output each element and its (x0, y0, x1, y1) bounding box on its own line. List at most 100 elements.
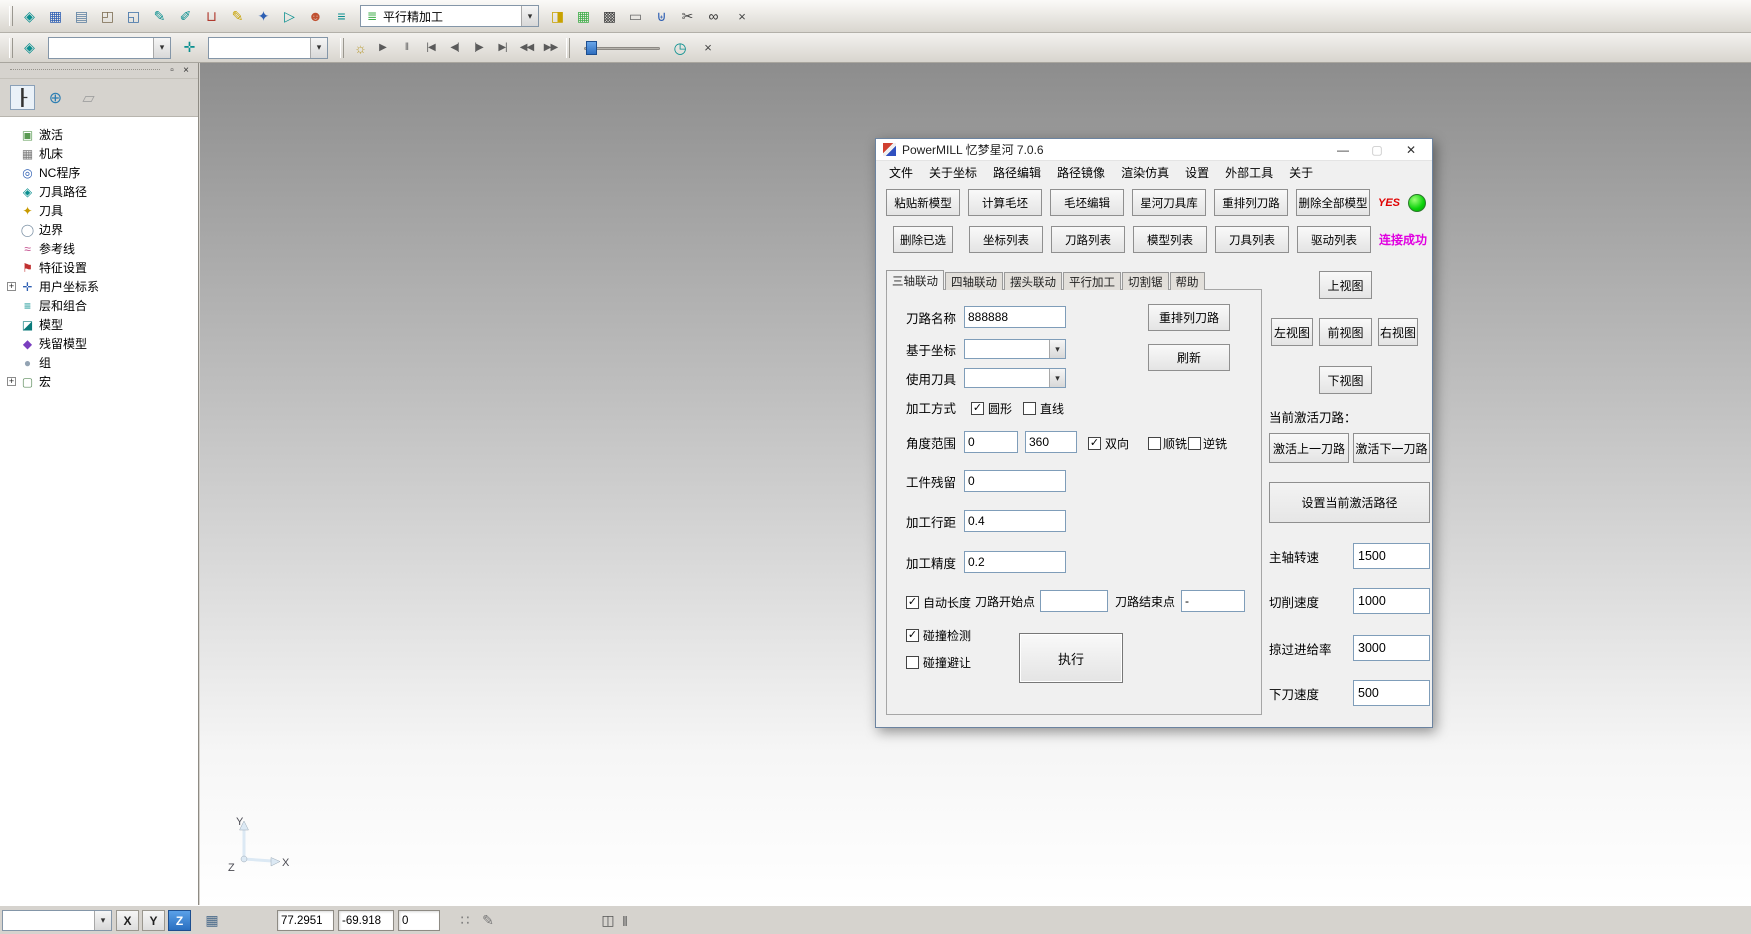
probe-cursor-icon[interactable]: ✎ (478, 910, 498, 931)
angle-to-input[interactable] (1025, 431, 1077, 453)
tab-help[interactable]: 帮助 (1170, 272, 1205, 290)
left-view-button[interactable]: 左视图 (1271, 318, 1313, 346)
tolerance-input[interactable] (964, 551, 1066, 573)
toolpath-edit-icon[interactable]: ✐ (174, 5, 197, 28)
leads-links-icon[interactable]: ✎ (226, 5, 249, 28)
top-view-button[interactable]: 上视图 (1319, 271, 1372, 299)
close-button[interactable]: ✕ (1397, 143, 1425, 157)
front-view-button[interactable]: 前视图 (1319, 318, 1372, 346)
minimize-button[interactable]: — (1329, 143, 1357, 157)
simulation-speed-slider[interactable] (584, 39, 660, 57)
powermill-levels-icon[interactable]: ◈ (18, 5, 41, 28)
statusbar-dropdown[interactable]: ▾ (2, 910, 112, 931)
tree-item[interactable]: ▣ 激活 (7, 125, 196, 144)
tree-expander[interactable] (7, 301, 16, 310)
toolbar-grip[interactable] (9, 38, 13, 58)
tree-item[interactable]: ✦ 刀具 (7, 201, 196, 220)
tab-cutting-saw[interactable]: 切割锯 (1122, 272, 1169, 290)
action-button[interactable]: 刀路列表 (1051, 226, 1125, 253)
panel-grip[interactable] (10, 69, 160, 73)
panel-close-icon[interactable]: × (179, 64, 193, 77)
simulation-toolpath-dropdown[interactable]: ▾ (48, 37, 171, 59)
toolpath-name-input[interactable] (964, 306, 1066, 328)
auto-length-checkbox[interactable]: 自动长度 (906, 594, 971, 611)
fast-forward-button[interactable]: ▶▶ (540, 37, 561, 58)
toolbar-grip[interactable] (9, 6, 13, 26)
menu-item[interactable]: 外部工具 (1217, 164, 1281, 181)
slider-handle[interactable] (586, 41, 597, 55)
tree-expander[interactable] (7, 244, 16, 253)
tree-item[interactable]: + ▢ 宏 (7, 372, 196, 391)
shaded-view-icon[interactable]: ▱ (76, 85, 101, 110)
action-button[interactable]: 驱动列表 (1297, 226, 1371, 253)
activate-next-toolpath-button[interactable]: 激活下一刀路 (1353, 433, 1430, 463)
method-line-checkbox[interactable]: 直线 (1023, 400, 1064, 417)
menu-item[interactable]: 文件 (881, 164, 921, 181)
start-point-input[interactable] (1040, 590, 1108, 612)
tool-select[interactable]: ▾ (964, 368, 1066, 388)
paste-model-icon[interactable]: ◰ (96, 5, 119, 28)
activate-prev-toolpath-button[interactable]: 激活上一刀路 (1269, 433, 1349, 463)
tree-item[interactable]: ◯ 边界 (7, 220, 196, 239)
tree-item[interactable]: ◪ 模型 (7, 315, 196, 334)
step-forward-button[interactable]: |▶ (468, 37, 489, 58)
chevron-down-icon[interactable]: ▾ (94, 911, 111, 930)
dialog-titlebar[interactable]: PowerMILL 忆梦星河 7.0.6 — ▢ ✕ (876, 139, 1432, 161)
tree-expander[interactable] (7, 358, 16, 367)
execute-button[interactable]: 执行 (1019, 633, 1123, 683)
spindle-speed-input[interactable] (1353, 543, 1430, 569)
stock-input[interactable] (964, 470, 1066, 492)
step-to-end-button[interactable]: ▶| (492, 37, 513, 58)
chevron-down-icon[interactable]: ▾ (310, 38, 327, 58)
tree-item[interactable]: ◈ 刀具路径 (7, 182, 196, 201)
cutting-speed-input[interactable] (1353, 588, 1430, 614)
stepover-input[interactable] (964, 510, 1066, 532)
tree-expander[interactable] (7, 206, 16, 215)
axis-x-button[interactable]: X (116, 910, 139, 931)
tool-axis-icon[interactable]: ⊔ (200, 5, 223, 28)
menu-item[interactable]: 渲染仿真 (1113, 164, 1177, 181)
grid-snap-icon[interactable]: ▦ (200, 910, 224, 931)
chevron-down-icon[interactable]: ▾ (1049, 340, 1065, 358)
tree-item[interactable]: + ✛ 用户坐标系 (7, 277, 196, 296)
entity-lightbulb-icon[interactable]: ☼ (349, 36, 372, 59)
panel-pin-icon[interactable]: ▫ (165, 64, 179, 77)
simulation-toolbar-close-button[interactable]: × (699, 39, 717, 57)
play-button[interactable]: ▶ (372, 37, 393, 58)
tab-parallel[interactable]: 平行加工 (1063, 272, 1121, 290)
save-project-icon[interactable]: ▦ (44, 5, 67, 28)
action-button[interactable]: 重排列刀路 (1214, 189, 1288, 216)
chevron-down-icon[interactable]: ▾ (521, 6, 538, 26)
tree-expander[interactable] (7, 149, 16, 158)
viewmill-glasses-icon[interactable]: ∞ (702, 5, 725, 28)
pattern-icon[interactable]: ✦ (252, 5, 275, 28)
bidirectional-checkbox[interactable]: 双向 (1088, 435, 1129, 452)
menu-item[interactable]: 关于坐标 (921, 164, 985, 181)
action-button[interactable]: 刀具列表 (1215, 226, 1289, 253)
simulation-table-icon[interactable]: ▦ (572, 5, 595, 28)
tree-expander[interactable] (7, 339, 16, 348)
axis-y-button[interactable]: Y (142, 910, 165, 931)
tab-four-axis[interactable]: 四轴联动 (945, 272, 1003, 290)
set-active-path-button[interactable]: 设置当前激活路径 (1269, 482, 1430, 523)
tree-expander[interactable] (7, 187, 16, 196)
action-button[interactable]: 删除全部模型 (1296, 189, 1370, 216)
checkbox-icon[interactable] (1023, 402, 1036, 415)
menu-item[interactable]: 设置 (1177, 164, 1217, 181)
tree-item[interactable]: ⚑ 特征设置 (7, 258, 196, 277)
calculator-icon[interactable]: ▩ (598, 5, 621, 28)
action-button[interactable]: 坐标列表 (969, 226, 1043, 253)
toolbar-grip[interactable] (566, 38, 570, 58)
action-button[interactable]: 计算毛坯 (968, 189, 1042, 216)
coordinate-list-icon[interactable]: ∷ (455, 910, 475, 931)
checkbox-icon[interactable] (1088, 437, 1101, 450)
coordinate-select[interactable]: ▾ (964, 339, 1066, 359)
tree-item[interactable]: ◎ NC程序 (7, 163, 196, 182)
z-coordinate-field[interactable] (398, 910, 440, 931)
tree-expander[interactable]: + (7, 377, 16, 386)
menu-item[interactable]: 路径镜像 (1049, 164, 1113, 181)
chevron-down-icon[interactable]: ▾ (1049, 369, 1065, 387)
skim-feed-input[interactable] (1353, 635, 1430, 661)
end-point-input[interactable] (1181, 590, 1245, 612)
axis-z-button[interactable]: Z (168, 910, 191, 931)
